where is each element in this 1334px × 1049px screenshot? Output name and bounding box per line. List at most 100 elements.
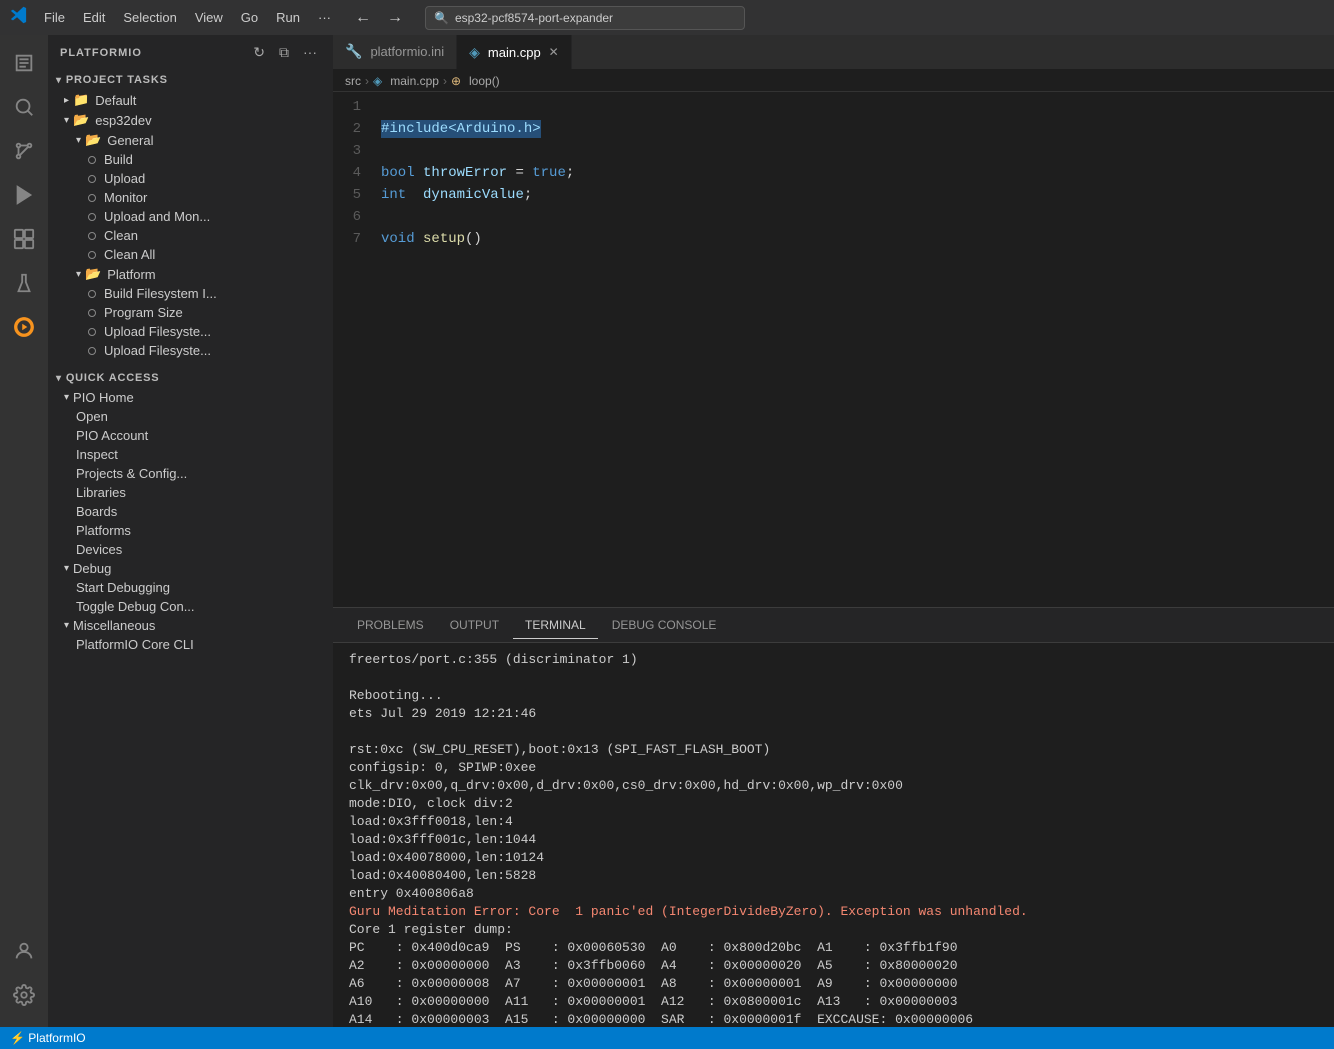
nav-forward-button[interactable]: → xyxy=(381,6,409,30)
activity-platformio-icon[interactable] xyxy=(4,307,44,347)
pio-account[interactable]: PIO Account xyxy=(48,426,333,445)
terminal-line: Core 1 register dump: xyxy=(349,921,1318,939)
pio-platforms[interactable]: Platforms xyxy=(48,521,333,540)
terminal-line: rst:0xc (SW_CPU_RESET),boot:0x13 (SPI_FA… xyxy=(349,741,1318,759)
code-line-6 xyxy=(381,206,1334,228)
status-text: ⚡ PlatformIO xyxy=(10,1031,86,1045)
function-icon: ⊕ xyxy=(451,74,461,88)
activity-run-icon[interactable] xyxy=(4,175,44,215)
terminal-line: A6 : 0x00000008 A7 : 0x00000001 A8 : 0x0… xyxy=(349,975,1318,993)
chevron-down-icon: ▾ xyxy=(76,135,81,146)
menu-file[interactable]: File xyxy=(36,6,73,29)
vscode-logo-icon xyxy=(10,6,28,29)
task-program-size[interactable]: Program Size xyxy=(48,303,333,322)
pio-boards[interactable]: Boards xyxy=(48,502,333,521)
menu-edit[interactable]: Edit xyxy=(75,6,113,29)
code-content[interactable]: #include<Arduino.h> bool throwError = tr… xyxy=(373,96,1334,603)
task-general[interactable]: ▾ 📂 General xyxy=(48,130,333,150)
tab-terminal[interactable]: TERMINAL xyxy=(513,612,598,639)
more-actions-icon[interactable]: ··· xyxy=(299,42,321,63)
terminal-line xyxy=(349,723,1318,741)
menu-selection[interactable]: Selection xyxy=(115,6,184,29)
collapse-all-icon[interactable]: ⧉ xyxy=(275,42,293,63)
activity-bar xyxy=(0,35,48,1027)
tab-platformio-ini[interactable]: 🔧 platformio.ini xyxy=(333,35,457,69)
section-quick-access[interactable]: ▾ QUICK ACCESS xyxy=(48,368,333,388)
task-build[interactable]: Build xyxy=(48,150,333,169)
breadcrumb-file[interactable]: main.cpp xyxy=(390,74,439,88)
cpp-file-icon: ◈ xyxy=(469,44,480,61)
nav-back-button[interactable]: ← xyxy=(349,6,377,30)
circle-icon xyxy=(88,309,96,317)
debug-group[interactable]: ▾ Debug xyxy=(48,559,333,578)
misc-label: Miscellaneous xyxy=(73,618,155,633)
circle-icon xyxy=(88,194,96,202)
pio-projects-config[interactable]: Projects & Config... xyxy=(48,464,333,483)
tab-main-cpp[interactable]: ◈ main.cpp ✕ xyxy=(457,35,572,69)
task-monitor-label: Monitor xyxy=(104,190,147,205)
breadcrumb-function[interactable]: loop() xyxy=(469,74,500,88)
activity-extensions-icon[interactable] xyxy=(4,219,44,259)
tab-close-button[interactable]: ✕ xyxy=(549,45,559,59)
task-esp32dev-label: esp32dev xyxy=(95,113,151,128)
line-numbers: 1 2 3 4 5 6 7 xyxy=(333,96,373,603)
code-line-4: bool throwError = true; xyxy=(381,162,1334,184)
tab-main-cpp-label: main.cpp xyxy=(488,45,541,60)
tab-problems[interactable]: PROBLEMS xyxy=(345,612,436,639)
sidebar-header-icons: ↻ ⧉ ··· xyxy=(249,42,321,63)
folder-open-icon: 📂 xyxy=(73,112,89,128)
menu-more[interactable]: ··· xyxy=(310,6,339,29)
tab-output[interactable]: OUTPUT xyxy=(438,612,511,639)
terminal-line: load:0x40080400,len:5828 xyxy=(349,867,1318,885)
pio-open[interactable]: Open xyxy=(48,407,333,426)
breadcrumb-src[interactable]: src xyxy=(345,74,361,88)
task-upload[interactable]: Upload xyxy=(48,169,333,188)
pio-libraries[interactable]: Libraries xyxy=(48,483,333,502)
misc-platformio-cli[interactable]: PlatformIO Core CLI xyxy=(48,635,333,654)
menu-view[interactable]: View xyxy=(187,6,231,29)
refresh-icon[interactable]: ↻ xyxy=(249,42,269,63)
code-editor[interactable]: 1 2 3 4 5 6 7 #include<Arduino.h> bool t… xyxy=(333,92,1334,607)
pio-inspect[interactable]: Inspect xyxy=(48,445,333,464)
misc-group[interactable]: ▾ Miscellaneous xyxy=(48,616,333,635)
activity-source-control-icon[interactable] xyxy=(4,131,44,171)
task-clean-all[interactable]: Clean All xyxy=(48,245,333,264)
pio-devices[interactable]: Devices xyxy=(48,540,333,559)
activity-explorer-icon[interactable] xyxy=(4,43,44,83)
task-monitor[interactable]: Monitor xyxy=(48,188,333,207)
task-general-label: General xyxy=(107,133,153,148)
activity-account-icon[interactable] xyxy=(4,931,44,971)
task-platform-label: Platform xyxy=(107,267,155,282)
task-build-filesystem[interactable]: Build Filesystem I... xyxy=(48,284,333,303)
pio-projects-config-label: Projects & Config... xyxy=(76,466,187,481)
menu-run[interactable]: Run xyxy=(268,6,308,29)
debug-start[interactable]: Start Debugging xyxy=(48,578,333,597)
task-platform[interactable]: ▾ 📂 Platform xyxy=(48,264,333,284)
activity-flask-icon[interactable] xyxy=(4,263,44,303)
task-default[interactable]: ▸ 📁 Default xyxy=(48,90,333,110)
activity-settings-icon[interactable] xyxy=(4,975,44,1015)
task-upload-filesystem-1[interactable]: Upload Filesyste... xyxy=(48,322,333,341)
debug-toggle[interactable]: Toggle Debug Con... xyxy=(48,597,333,616)
pio-home-group[interactable]: ▾ PIO Home xyxy=(48,388,333,407)
task-upload-monitor[interactable]: Upload and Mon... xyxy=(48,207,333,226)
search-text: esp32-pcf8574-port-expander xyxy=(455,11,613,25)
chevron-down-icon: ▾ xyxy=(64,620,69,631)
section-project-tasks[interactable]: ▾ PROJECT TASKS xyxy=(48,70,333,90)
line-num-5: 5 xyxy=(333,184,361,206)
folder-icon: 📁 xyxy=(73,92,89,108)
terminal-line: Rebooting... xyxy=(349,687,1318,705)
global-search-bar[interactable]: 🔍 esp32-pcf8574-port-expander xyxy=(425,6,745,30)
task-esp32dev[interactable]: ▾ 📂 esp32dev xyxy=(48,110,333,130)
tab-debug-console[interactable]: DEBUG CONSOLE xyxy=(600,612,729,639)
task-clean[interactable]: Clean xyxy=(48,226,333,245)
menu-go[interactable]: Go xyxy=(233,6,266,29)
circle-icon xyxy=(88,347,96,355)
task-upload-filesystem-2[interactable]: Upload Filesyste... xyxy=(48,341,333,360)
activity-search-icon[interactable] xyxy=(4,87,44,127)
code-line-2: #include<Arduino.h> xyxy=(381,118,1334,140)
terminal-line xyxy=(349,669,1318,687)
debug-start-label: Start Debugging xyxy=(76,580,170,595)
terminal-content[interactable]: freertos/port.c:355 (discriminator 1) Re… xyxy=(333,643,1334,1027)
pio-file-icon: 🔧 xyxy=(345,43,362,60)
